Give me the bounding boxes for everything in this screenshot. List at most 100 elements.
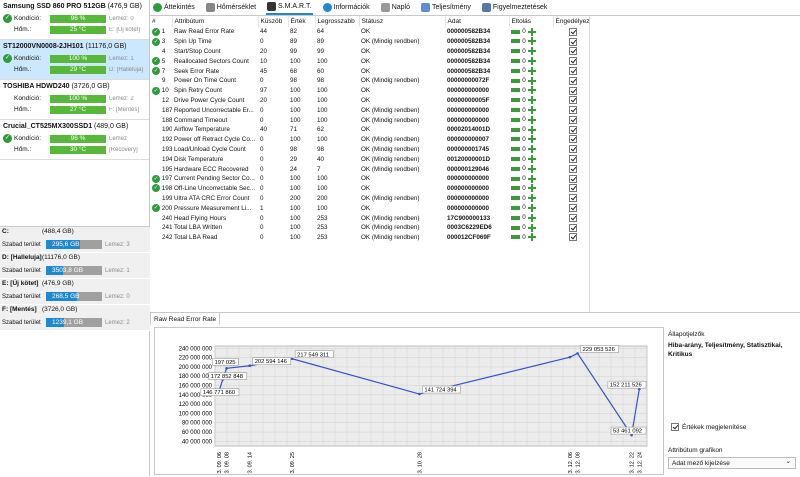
minus-icon[interactable]: [511, 117, 520, 122]
drive-item[interactable]: Crucial_CT525MX300SSD1 (489,0 GB) ✓ Kondíc…: [0, 120, 149, 160]
column-header[interactable]: Adat: [445, 16, 510, 27]
plus-icon[interactable]: [528, 135, 536, 144]
offset-stepper[interactable]: 0: [511, 66, 536, 75]
offset-stepper[interactable]: 0: [511, 213, 536, 222]
minus-icon[interactable]: [511, 127, 520, 132]
enable-checkbox[interactable]: [568, 57, 577, 66]
minus-icon[interactable]: [511, 215, 520, 220]
table-row[interactable]: 194 Disk Temperature 0 29 40 OK (Mindig rendb…: [150, 154, 589, 164]
minus-icon[interactable]: [511, 235, 520, 240]
column-header[interactable]: #: [150, 16, 173, 27]
table-row[interactable]: ✓ 10 Spin Retry Count 97 100 100 OK 0000000000…: [150, 86, 589, 96]
offset-stepper[interactable]: 0: [511, 76, 536, 85]
plus-icon[interactable]: [528, 57, 536, 66]
column-header[interactable]: Legrosszabb: [315, 16, 360, 27]
enable-checkbox[interactable]: [568, 86, 577, 95]
table-row[interactable]: 193 Load/Unload Cycle Count 0 98 98 OK (Mindi…: [150, 145, 589, 155]
drive-item[interactable]: Samsung SSD 860 PRO 512GB (476,9 GB) ✓ Kon…: [0, 0, 149, 40]
column-header[interactable]: Státusz: [359, 16, 446, 27]
plus-icon[interactable]: [528, 66, 536, 75]
enable-checkbox[interactable]: [568, 145, 577, 154]
table-row[interactable]: 9 Power On Time Count 0 98 98 OK (Mindig rend…: [150, 76, 589, 86]
plus-icon[interactable]: [528, 174, 536, 183]
plus-icon[interactable]: [528, 213, 536, 222]
plus-icon[interactable]: [528, 155, 536, 163]
minus-icon[interactable]: [511, 166, 520, 171]
offset-stepper[interactable]: 0: [511, 115, 536, 124]
plus-icon[interactable]: [528, 164, 536, 173]
minus-icon[interactable]: [511, 68, 520, 73]
minus-icon[interactable]: [511, 98, 520, 103]
enable-checkbox[interactable]: [568, 115, 577, 124]
attribute-chart-select[interactable]: Adat mező kijelzése: [668, 457, 796, 469]
table-row[interactable]: 188 Command Timeout 0 100 100 OK (Mindig rend…: [150, 115, 589, 125]
plus-icon[interactable]: [528, 76, 536, 85]
tab-teljes-tm-ny[interactable]: Teljesítmény: [420, 1, 472, 15]
table-row[interactable]: 195 Hardware ECC Recovered 0 24 7 OK (Mindig …: [150, 164, 589, 174]
plus-icon[interactable]: [528, 233, 536, 242]
chart-tab[interactable]: Raw Read Error Rate: [150, 313, 220, 326]
enable-checkbox[interactable]: [568, 135, 577, 144]
enable-checkbox[interactable]: [568, 223, 577, 232]
tab--ttekint-s[interactable]: Áttekintés: [152, 1, 196, 15]
offset-stepper[interactable]: 0: [511, 194, 536, 203]
enable-checkbox[interactable]: [568, 174, 577, 183]
minus-icon[interactable]: [511, 108, 520, 113]
enable-checkbox[interactable]: [568, 47, 577, 56]
table-row[interactable]: ✓ 3 Spin Up Time 0 89 89 OK (Mindig rendben) 0…: [150, 37, 589, 47]
offset-stepper[interactable]: 0: [511, 174, 536, 183]
minus-icon[interactable]: [511, 88, 520, 93]
show-values-option[interactable]: Értékek megjelenítése: [668, 423, 746, 431]
enable-checkbox[interactable]: [568, 66, 577, 75]
plus-icon[interactable]: [528, 27, 536, 36]
minus-icon[interactable]: [511, 59, 520, 64]
minus-icon[interactable]: [511, 29, 520, 34]
table-row[interactable]: 199 Ultra ATA CRC Error Count 0 200 200 OK (M…: [150, 194, 589, 204]
plus-icon[interactable]: [528, 184, 536, 193]
offset-stepper[interactable]: 0: [511, 223, 536, 232]
plus-icon[interactable]: [528, 86, 536, 95]
offset-stepper[interactable]: 0: [511, 106, 536, 115]
table-row[interactable]: ✓ 200 Pressure Measurement Li... 1 100 100 OK…: [150, 203, 589, 213]
offset-stepper[interactable]: 0: [511, 57, 536, 66]
offset-stepper[interactable]: 0: [511, 135, 536, 144]
plus-icon[interactable]: [528, 145, 536, 154]
plus-icon[interactable]: [528, 37, 536, 46]
partition-item[interactable]: E: [Új kötet] (476,9 GB) Szabad terület 268…: [0, 279, 150, 305]
plus-icon[interactable]: [528, 203, 536, 212]
enable-checkbox[interactable]: [568, 233, 577, 242]
offset-stepper[interactable]: 0: [511, 27, 536, 36]
minus-icon[interactable]: [511, 205, 520, 210]
plus-icon[interactable]: [528, 125, 536, 134]
table-row[interactable]: 190 Airflow Temperature 40 71 62 OK 0000201400…: [150, 125, 589, 135]
enable-checkbox[interactable]: [568, 213, 577, 222]
enable-checkbox[interactable]: [568, 155, 577, 164]
table-row[interactable]: 240 Head Flying Hours 0 100 253 OK (Mindig re…: [150, 213, 589, 223]
minus-icon[interactable]: [511, 49, 520, 54]
enable-checkbox[interactable]: [568, 27, 577, 36]
offset-stepper[interactable]: 0: [511, 203, 536, 212]
offset-stepper[interactable]: 0: [511, 86, 536, 95]
enable-checkbox[interactable]: [568, 37, 577, 46]
plus-icon[interactable]: [528, 115, 536, 124]
minus-icon[interactable]: [511, 147, 520, 152]
offset-stepper[interactable]: 0: [511, 47, 536, 56]
enable-checkbox[interactable]: [568, 194, 577, 203]
column-header[interactable]: Érték: [288, 16, 316, 27]
minus-icon[interactable]: [511, 137, 520, 142]
offset-stepper[interactable]: 0: [511, 37, 536, 46]
table-row[interactable]: ✓ 1 Raw Read Error Rate 44 82 64 OK 000000582B…: [150, 27, 589, 37]
offset-stepper[interactable]: 0: [511, 125, 536, 134]
offset-stepper[interactable]: 0: [511, 145, 536, 154]
table-row[interactable]: 12 Drive Power Cycle Count 20 100 100 OK 00000…: [150, 96, 589, 106]
enable-checkbox[interactable]: [568, 106, 577, 115]
tab-h-m-rs-klet[interactable]: Hőmérséklet: [205, 1, 257, 15]
column-header[interactable]: Küszöb: [258, 16, 289, 27]
plus-icon[interactable]: [528, 106, 536, 115]
minus-icon[interactable]: [511, 157, 520, 161]
offset-stepper[interactable]: 0: [511, 164, 536, 173]
offset-stepper[interactable]: 0: [511, 233, 536, 242]
tab-inform-ci-k[interactable]: Információk: [322, 1, 371, 15]
column-header[interactable]: Eltolás: [509, 16, 554, 27]
enable-checkbox[interactable]: [568, 184, 577, 193]
